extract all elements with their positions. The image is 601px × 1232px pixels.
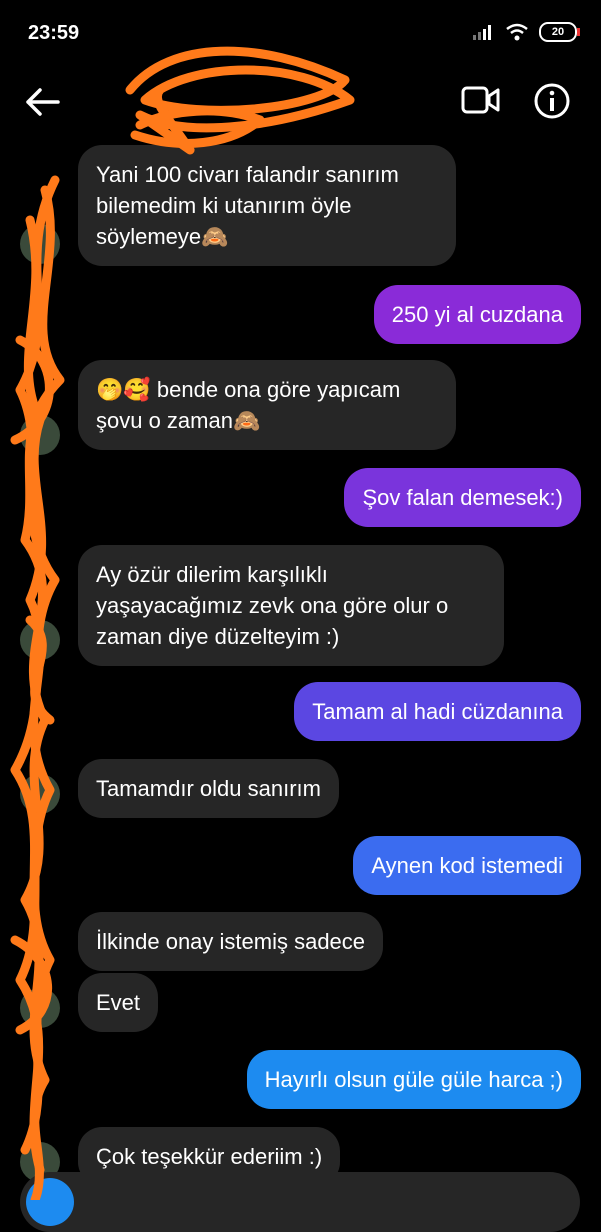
outgoing-message[interactable]: Aynen kod istemedi xyxy=(353,836,581,895)
incoming-message[interactable]: Yani 100 civarı falandır sanırım bilemed… xyxy=(78,145,456,266)
avatar[interactable] xyxy=(20,224,60,264)
wifi-icon xyxy=(506,23,528,41)
outgoing-message[interactable]: Hayırlı olsun güle güle harca ;) xyxy=(246,1050,581,1109)
avatar[interactable] xyxy=(20,988,60,1028)
video-call-icon[interactable] xyxy=(461,84,501,116)
outgoing-message[interactable]: Tamam al hadi cüzdanına xyxy=(294,682,581,741)
battery-icon: 20 xyxy=(539,22,580,42)
incoming-message[interactable]: 🤭🥰 bende ona göre yapıcam şovu o zaman🙈 xyxy=(78,360,456,450)
avatar[interactable] xyxy=(20,415,60,455)
status-time: 23:59 xyxy=(28,22,80,44)
chat-header xyxy=(0,70,601,130)
info-icon[interactable] xyxy=(533,82,571,120)
back-arrow-icon[interactable] xyxy=(22,84,66,120)
avatar[interactable] xyxy=(20,620,60,660)
status-icons: 20 xyxy=(473,22,580,42)
incoming-message[interactable]: İlkinde onay istemiş sadece xyxy=(78,912,384,971)
incoming-message[interactable]: Ay özür dilerim karşılıklı yaşayacağımız… xyxy=(78,545,504,666)
incoming-message[interactable]: Tamamdır oldu sanırım xyxy=(78,759,339,818)
battery-level: 20 xyxy=(551,26,565,38)
message-composer[interactable] xyxy=(20,1172,580,1232)
outgoing-message[interactable]: Şov falan demesek:) xyxy=(344,468,581,527)
incoming-message[interactable]: Evet xyxy=(78,973,159,1032)
status-bar: 23:59 20 xyxy=(0,0,601,70)
outgoing-message[interactable]: 250 yi al cuzdana xyxy=(373,285,581,344)
signal-icon xyxy=(473,25,491,40)
avatar[interactable] xyxy=(20,774,60,814)
camera-icon[interactable] xyxy=(26,1178,74,1226)
